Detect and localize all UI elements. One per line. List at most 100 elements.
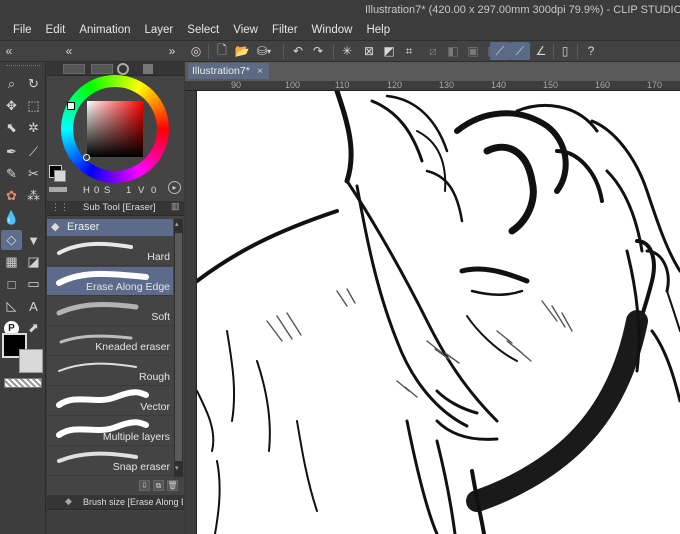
color-wheel[interactable] [61, 75, 169, 183]
menu-help[interactable]: Help [359, 24, 397, 36]
menu-animation[interactable]: Animation [72, 24, 137, 36]
snap-grid-icon[interactable]: ∠ [532, 42, 550, 60]
eraser-group-label: Eraser [67, 221, 100, 233]
pencil-tool-icon[interactable]: ✎ [1, 164, 22, 184]
move-tool-icon[interactable]: ✥ [1, 96, 22, 116]
scroll-down-icon[interactable]: ▾ [175, 465, 182, 473]
pen-tool-icon[interactable]: ✒ [1, 142, 22, 162]
selection-tool-icon[interactable]: ⬚ [23, 96, 44, 116]
scroll-thumb[interactable] [175, 233, 182, 461]
frame-tool-icon[interactable]: ▭ [23, 274, 44, 294]
redo-icon[interactable]: ↷ [309, 42, 327, 60]
new-file-icon[interactable]: 🗋 [213, 42, 231, 60]
saturation-value-square[interactable] [87, 101, 143, 157]
scroll-up-icon[interactable]: ▴ [175, 221, 182, 229]
menu-select[interactable]: Select [180, 24, 226, 36]
mini-sub-color[interactable] [54, 170, 66, 182]
brush-rough[interactable]: Rough [47, 357, 173, 386]
brush-vector[interactable]: Vector [47, 387, 173, 416]
document-tab-label: Illustration7* [192, 65, 250, 77]
brush-hard[interactable]: Hard [47, 237, 173, 266]
expand-panel-icon[interactable]: » [165, 42, 179, 60]
palette-tab-icon[interactable] [63, 64, 85, 74]
rotate-tool-icon[interactable]: ↻ [23, 74, 44, 94]
menu-view[interactable]: View [226, 24, 265, 36]
object-tool-icon[interactable]: ⬉ [1, 118, 22, 138]
menu-window[interactable]: Window [305, 24, 360, 36]
fill-tool-icon[interactable]: ▼ [23, 230, 44, 250]
canvas-area: Illustration7* × 90 100 110 120 130 140 … [185, 62, 680, 534]
brush-label: Snap eraser [112, 461, 170, 473]
auto-select-icon[interactable]: ✲ [23, 118, 44, 138]
artwork-canvas[interactable] [197, 91, 680, 534]
menu-layer[interactable]: Layer [138, 24, 181, 36]
transparent-color-swatch[interactable] [4, 378, 42, 388]
clear-icon[interactable]: ⊠ [360, 42, 378, 60]
snap-ruler-icon[interactable]: ⟋ [490, 42, 510, 60]
document-tab[interactable]: Illustration7* × [188, 63, 269, 79]
menu-file[interactable]: File [6, 24, 39, 36]
subtool-menu-icon[interactable]: ⇩ [139, 480, 150, 491]
fill-icon[interactable]: ◩ [380, 42, 398, 60]
blend-tool-icon[interactable]: 💧 [1, 208, 22, 228]
collapse-panel-icon[interactable]: « [62, 42, 76, 60]
copy-subtool-icon[interactable]: ⧉ [153, 480, 164, 491]
crop-icon[interactable]: ▣ [464, 42, 482, 60]
brush-snap-eraser[interactable]: Snap eraser [47, 447, 173, 476]
text-tool-icon[interactable]: A [23, 296, 44, 316]
hue-marker[interactable] [67, 102, 75, 110]
transform-icon[interactable]: ⌗ [400, 42, 418, 60]
ruler-tick-label: 120 [387, 80, 403, 90]
brush-size-area[interactable] [47, 511, 184, 534]
open-file-icon[interactable]: 📂 [233, 42, 251, 60]
figure-tool-icon[interactable]: □ [1, 274, 22, 294]
save-icon[interactable]: ⛁ ▾ [253, 42, 275, 60]
zoom-tool-icon[interactable]: ⌕ [1, 74, 22, 94]
grip-icon[interactable]: ⋮⋮ [51, 202, 69, 213]
menu-filter[interactable]: Filter [265, 24, 305, 36]
color-wheel-tab-icon[interactable] [117, 63, 129, 75]
collapse-left-icon[interactable]: « [2, 42, 16, 60]
panel-menu-icon[interactable]: ▥ [171, 201, 180, 212]
gradient-tool-icon[interactable]: ◪ [23, 252, 44, 272]
delete-subtool-icon[interactable]: 🗑 [167, 480, 178, 491]
clip-studio-icon[interactable]: ◎ [188, 42, 204, 60]
brush-erase-along-edge[interactable]: Erase Along Edge [47, 267, 173, 296]
snap-special-ruler-icon[interactable]: ⟋ [510, 42, 530, 60]
brush-tool-icon[interactable]: ✂ [23, 164, 44, 184]
eraser-tool-icon[interactable]: ◇ [1, 230, 22, 250]
menu-edit[interactable]: Edit [39, 24, 73, 36]
ruler-tool-icon[interactable]: ◺ [1, 296, 22, 316]
clear-outside-icon[interactable]: ◧ [444, 42, 462, 60]
color-wheel-header [47, 62, 184, 76]
decoration-tool-icon[interactable]: ✿ [1, 186, 22, 206]
mini-transparent[interactable] [49, 187, 67, 192]
gradient-grid-icon[interactable]: ▦ [1, 252, 22, 272]
brush-kneaded-eraser[interactable]: Kneaded eraser [47, 327, 173, 356]
subtool-scrollbar[interactable]: ▴ ▾ [174, 219, 183, 477]
horizontal-ruler: 90 100 110 120 130 140 150 160 170 [185, 80, 680, 91]
device-icon[interactable]: ▯ [557, 42, 573, 60]
sv-marker[interactable] [83, 154, 90, 161]
tool-palette: ⌕ ↻ ✥ ⬚ ⬉ ✲ ✒ ⟋ ✎ ✂ ✿ ⁂ 💧 ◇ ▼ ▦ ◪ □ ▭ ◺ … [0, 62, 46, 534]
brush-label: Rough [139, 371, 170, 383]
eraser-group[interactable]: ◆ Eraser [47, 219, 173, 236]
brush-soft[interactable]: Soft [47, 297, 173, 326]
ruler-tick-label: 160 [595, 80, 611, 90]
airbrush-tool-icon[interactable]: ⁂ [23, 186, 44, 206]
h-label: H [83, 185, 90, 196]
eyedropper-icon[interactable]: ⟋ [23, 142, 44, 162]
brush-multiple-layers[interactable]: Multiple layers [47, 417, 173, 446]
loading-icon[interactable]: ✳ [338, 42, 356, 60]
sub-color-swatch[interactable] [19, 349, 43, 373]
stroke-preview-icon [57, 241, 133, 255]
color-slider-tab-icon[interactable] [143, 64, 153, 74]
close-tab-icon[interactable]: × [257, 63, 263, 79]
eraser-group-icon: ◆ [51, 221, 60, 233]
palette-tab-icon[interactable] [91, 64, 113, 74]
color-mode-toggle-icon[interactable]: ▸ [168, 181, 181, 194]
undo-icon[interactable]: ↶ [289, 42, 307, 60]
deselect-icon[interactable]: ⧄ [424, 42, 442, 60]
brush-label: Erase Along Edge [85, 281, 170, 293]
help-icon[interactable]: ? [582, 42, 600, 60]
